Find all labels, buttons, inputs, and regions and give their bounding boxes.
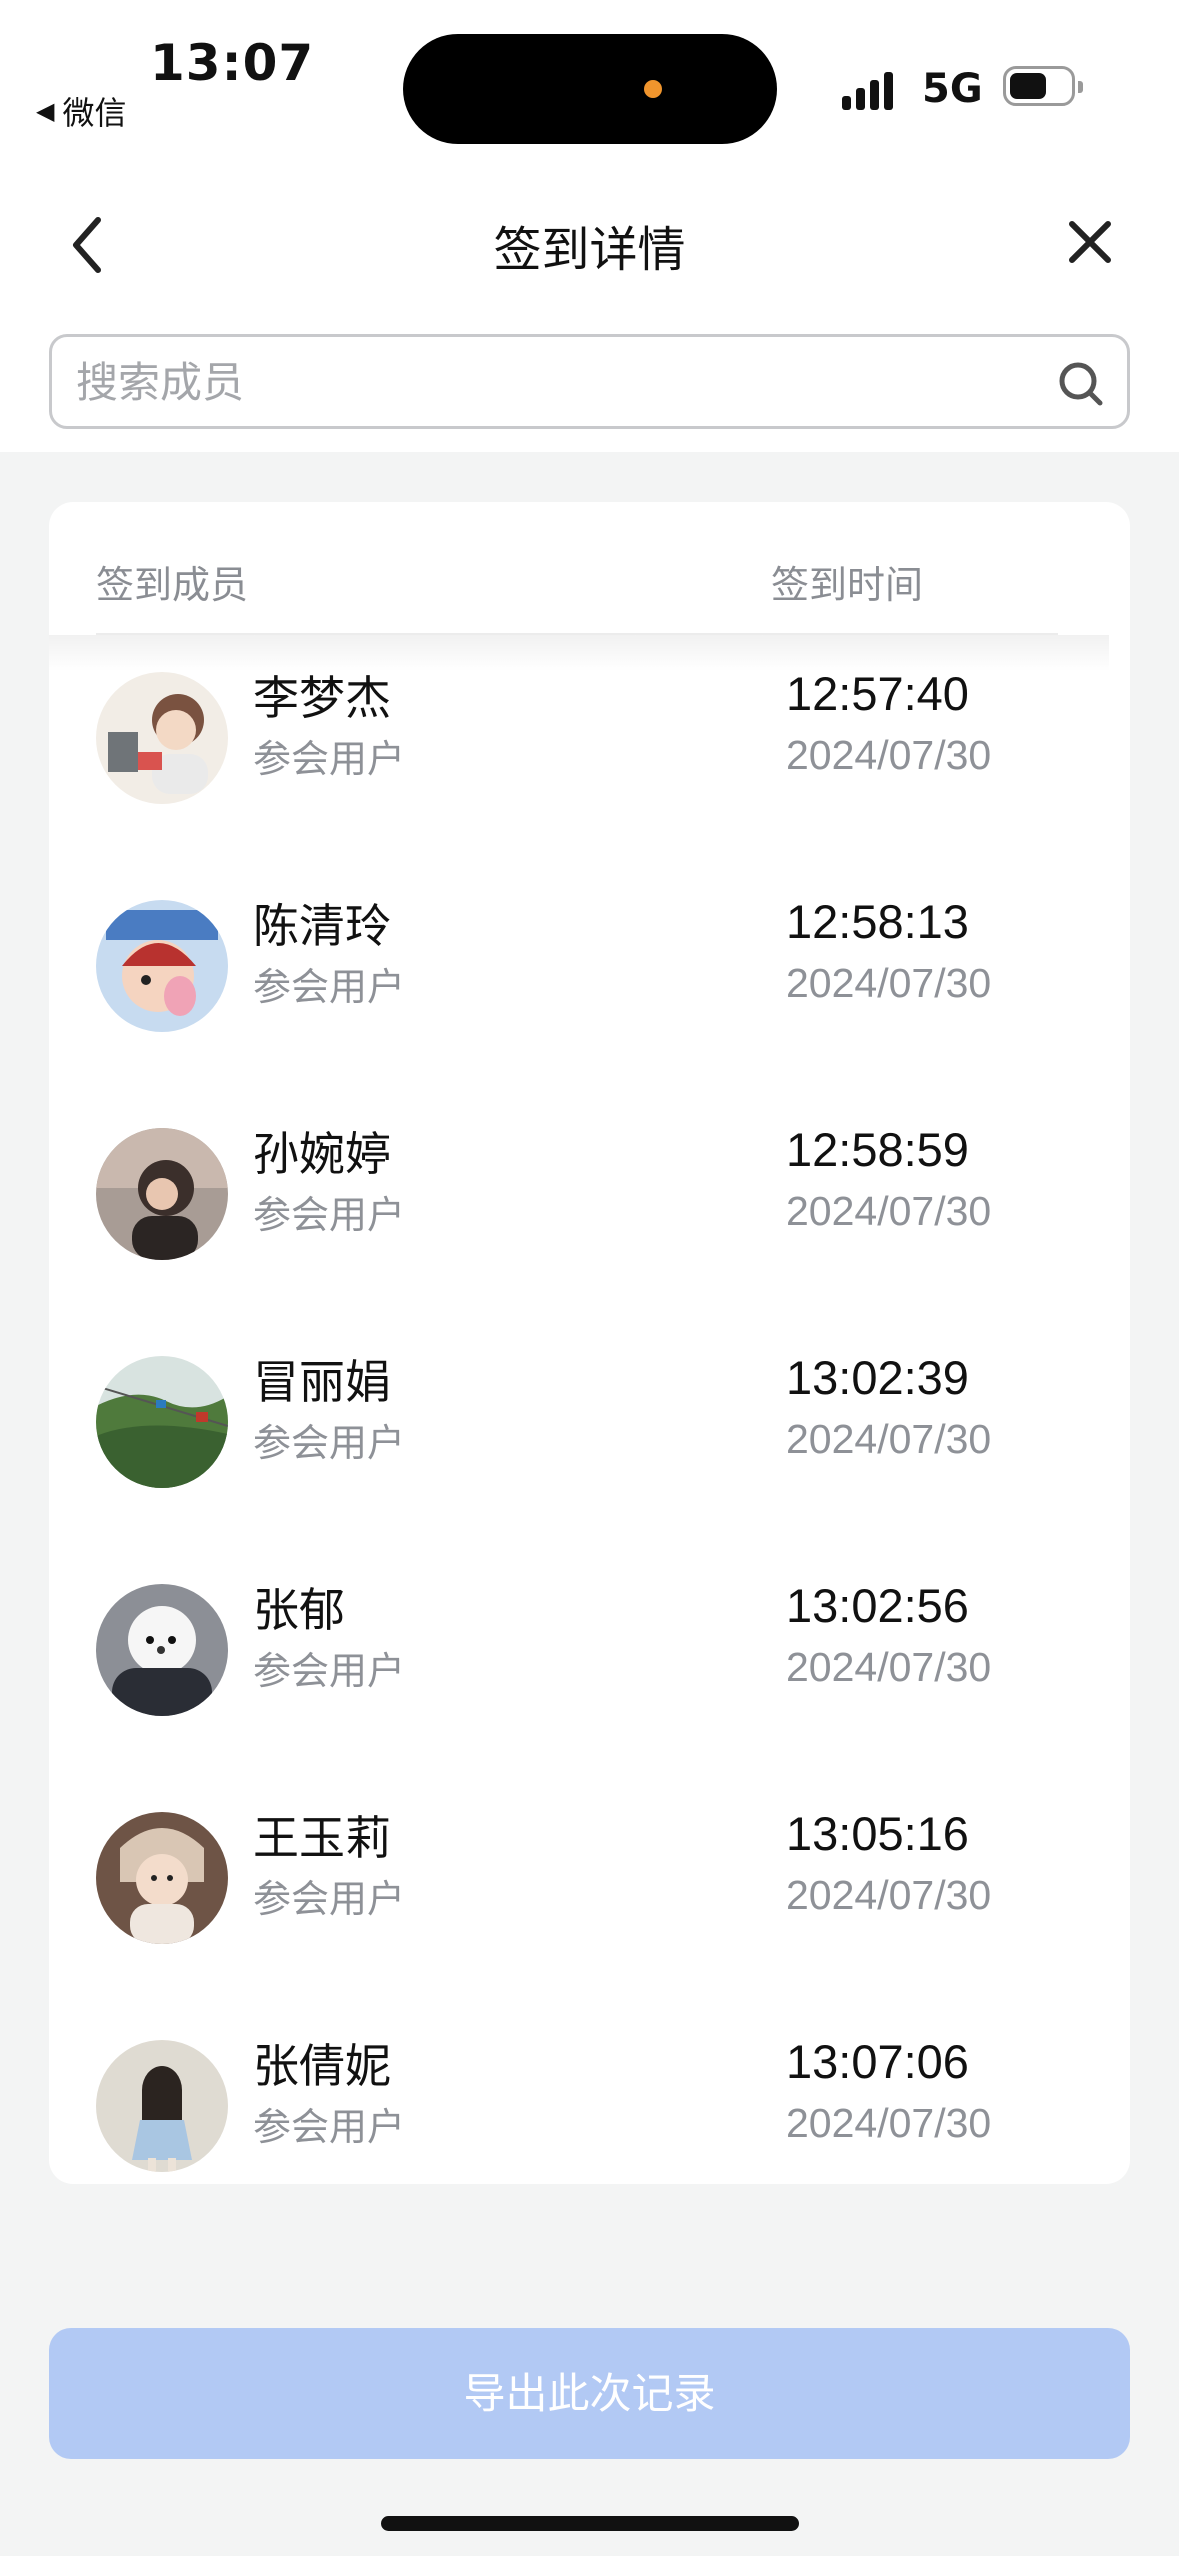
checkin-date: 2024/07/30 xyxy=(786,732,992,778)
checkin-time: 13:05:16 xyxy=(786,1807,969,1860)
avatar xyxy=(96,900,228,1032)
member-role: 参会用户 xyxy=(253,737,406,781)
member-role: 参会用户 xyxy=(253,1649,406,1693)
checkin-time: 12:58:59 xyxy=(786,1123,969,1176)
back-to-app-link[interactable]: ◀ 微信 xyxy=(36,88,126,134)
column-header-time: 签到时间 xyxy=(771,563,924,607)
page-title: 签到详情 xyxy=(493,222,686,278)
checkin-date: 2024/07/30 xyxy=(786,1416,992,1462)
member-name: 张郁 xyxy=(253,1583,345,1637)
list-item[interactable]: 王玉莉 参会用户 13:05:16 2024/07/30 xyxy=(49,1782,1130,2010)
export-records-button[interactable]: 导出此次记录 xyxy=(49,2328,1130,2459)
network-type: 5G xyxy=(922,66,983,112)
member-role: 参会用户 xyxy=(253,1193,406,1237)
avatar xyxy=(96,1356,228,1488)
search-box[interactable] xyxy=(49,334,1130,429)
close-icon[interactable] xyxy=(1060,212,1120,272)
avatar xyxy=(96,2040,228,2172)
checkin-date: 2024/07/30 xyxy=(786,1872,992,1918)
avatar xyxy=(96,1128,228,1260)
member-name: 王玉莉 xyxy=(253,1811,391,1865)
checkin-date: 2024/07/30 xyxy=(786,960,992,1006)
signal-icon xyxy=(842,70,902,110)
checkin-list-card: 签到成员 签到时间 李梦杰 参会用户 12:57:40 2024/07/30 陈… xyxy=(49,502,1130,2184)
checkin-time: 13:07:06 xyxy=(786,2035,969,2088)
checkin-time: 13:02:56 xyxy=(786,1579,969,1632)
member-name: 张倩妮 xyxy=(253,2039,391,2093)
avatar xyxy=(96,672,228,804)
checkin-date: 2024/07/30 xyxy=(786,1644,992,1690)
member-name: 冒丽娟 xyxy=(253,1355,391,1409)
column-header-member: 签到成员 xyxy=(96,563,249,607)
checkin-time: 12:58:13 xyxy=(786,895,969,948)
member-role: 参会用户 xyxy=(253,2105,406,2149)
member-name: 陈清玲 xyxy=(253,899,391,953)
member-name: 孙婉婷 xyxy=(253,1127,391,1181)
member-role: 参会用户 xyxy=(253,965,406,1009)
privacy-indicator-dot xyxy=(644,80,662,98)
list-item[interactable]: 孙婉婷 参会用户 12:58:59 2024/07/30 xyxy=(49,1098,1130,1326)
home-indicator[interactable] xyxy=(381,2516,799,2531)
checkin-time: 13:02:39 xyxy=(786,1351,969,1404)
search-icon[interactable] xyxy=(1054,357,1108,411)
back-app-label: 微信 xyxy=(62,94,127,132)
battery-icon xyxy=(1003,66,1083,106)
list-item[interactable]: 冒丽娟 参会用户 13:02:39 2024/07/30 xyxy=(49,1326,1130,1554)
search-input[interactable] xyxy=(76,351,976,413)
member-role: 参会用户 xyxy=(253,1877,406,1921)
dynamic-island xyxy=(403,34,777,144)
checkin-time: 12:57:40 xyxy=(786,667,969,720)
member-name: 李梦杰 xyxy=(253,671,391,725)
list-item[interactable]: 陈清玲 参会用户 12:58:13 2024/07/30 xyxy=(49,870,1130,1098)
checkin-date: 2024/07/30 xyxy=(786,2100,992,2146)
checkin-date: 2024/07/30 xyxy=(786,1188,992,1234)
back-triangle-icon: ◀ xyxy=(36,97,55,125)
list-item[interactable]: 张倩妮 参会用户 13:07:06 2024/07/30 xyxy=(49,2010,1130,2184)
avatar xyxy=(96,1584,228,1716)
avatar xyxy=(96,1812,228,1944)
list-item[interactable]: 张郁 参会用户 13:02:56 2024/07/30 xyxy=(49,1554,1130,1782)
member-role: 参会用户 xyxy=(253,1421,406,1465)
list-item[interactable]: 李梦杰 参会用户 12:57:40 2024/07/30 xyxy=(49,642,1130,870)
status-time: 13:07 xyxy=(150,34,315,92)
